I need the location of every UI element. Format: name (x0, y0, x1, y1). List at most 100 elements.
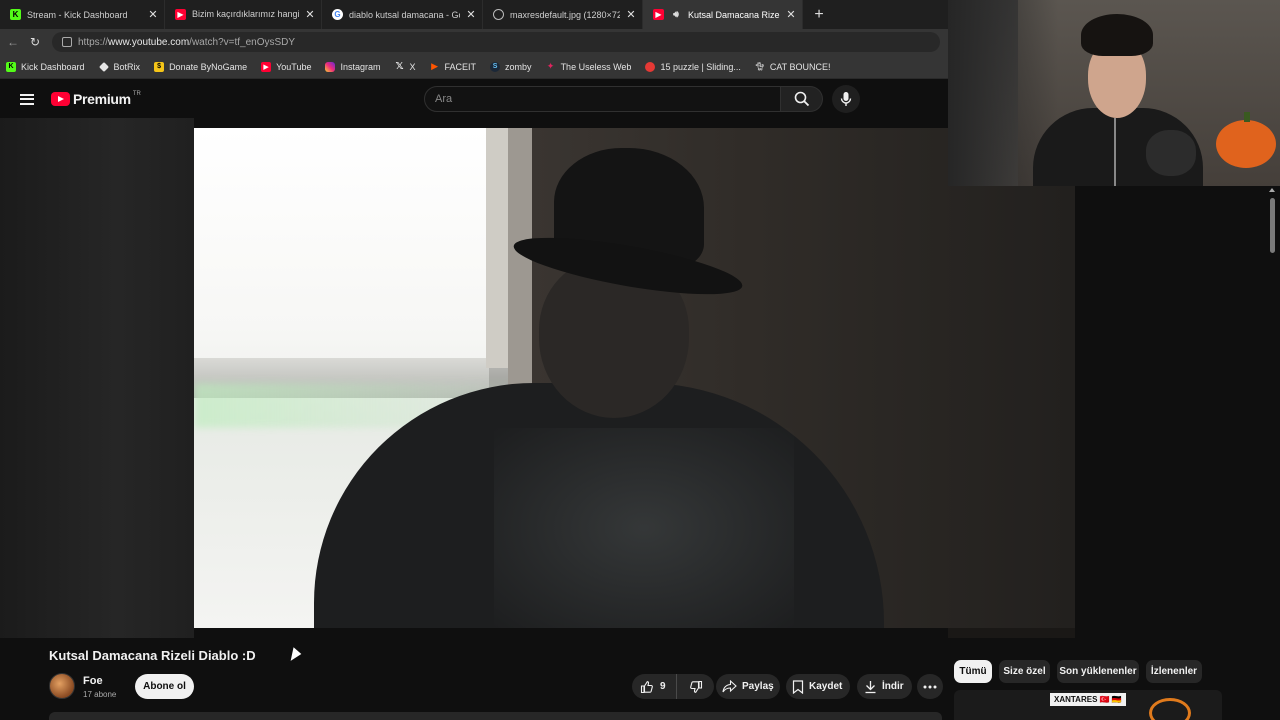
bookmark-kick-dashboard[interactable]: K Kick Dashboard (6, 61, 85, 72)
youtube-premium-logo[interactable]: Premium TR (51, 91, 141, 107)
close-icon[interactable]: ✕ (466, 8, 476, 21)
chip-all[interactable]: Tümü (954, 660, 992, 683)
close-icon[interactable]: ✕ (786, 8, 796, 21)
voice-search-button[interactable] (832, 85, 860, 113)
channel-avatar[interactable] (49, 673, 75, 699)
bookmarks-bar: K Kick Dashboard BotRix $ Donate ByNoGame … (0, 55, 948, 79)
streamer-webcam-overlay (948, 0, 1280, 186)
page-scrollbar[interactable] (1268, 186, 1276, 720)
microphone-icon (840, 92, 852, 106)
puzzle-icon (645, 61, 656, 72)
back-arrow-icon[interactable]: ← (2, 31, 24, 53)
webcam-pumpkin-decoration (1216, 112, 1276, 168)
ambient-backdrop-left (0, 118, 194, 638)
description-box[interactable] (49, 712, 942, 720)
instagram-icon (325, 61, 336, 72)
youtube-icon: ▶ (261, 61, 272, 72)
chip-for-you[interactable]: Size özel (999, 660, 1050, 683)
bookmark-label: 15 puzzle | Sliding... (660, 61, 741, 72)
url-prefix: https:// (78, 36, 109, 48)
tab-kutsal-damacana[interactable]: ▶ 🔊︎ Kutsal Damacana Rizeli Diablo ✕ (643, 0, 803, 29)
x-icon: 𝕏 (395, 61, 404, 72)
faceit-icon: ▶ (431, 61, 438, 71)
search-placeholder: Ara (435, 93, 453, 105)
kick-icon: K (6, 61, 16, 72)
youtube-header: Premium TR Ara (0, 80, 948, 118)
cat-icon: 🐈︎ (754, 62, 765, 71)
bookmark-label: CAT BOUNCE! (769, 61, 831, 72)
country-code: TR (132, 91, 141, 97)
address-bar: ← ↻ https://www.youtube.com/watch?v=tf_e… (0, 29, 948, 55)
subscribe-button[interactable]: Abone ol (135, 674, 194, 699)
mouse-cursor-icon (290, 647, 303, 663)
screen: K Stream - Kick Dashboard ✕ ▶ Bizim kaçı… (0, 0, 1280, 720)
save-label: Kaydet (809, 681, 843, 692)
subscriber-count: 17 abone (83, 690, 117, 699)
download-icon (865, 680, 876, 693)
search-button[interactable] (781, 86, 823, 112)
site-info-icon[interactable] (62, 37, 72, 47)
video-player[interactable] (194, 128, 1075, 628)
tab-label: Stream - Kick Dashboard (27, 9, 128, 20)
related-video-thumbnail[interactable]: XANTARES 🇹🇷 🇩🇪 (954, 690, 1222, 720)
bookmark-youtube[interactable]: ▶ YouTube (261, 61, 311, 72)
new-tab-button[interactable]: + (807, 0, 831, 29)
bookmark-cat-bounce[interactable]: 🐈︎ CAT BOUNCE! (755, 62, 831, 72)
search-input[interactable]: Ara (424, 86, 781, 112)
youtube-icon: ▶ (653, 9, 664, 20)
scroll-up-icon[interactable] (1269, 188, 1275, 192)
bookmark-botrix[interactable]: BotRix (98, 61, 141, 72)
share-button[interactable]: Paylaş (716, 674, 780, 699)
tab-bizim-kacirdiklarimiz[interactable]: ▶ Bizim kaçırdıklarımız hangisi ? 😂 🤅 ✕ (165, 0, 322, 29)
bookmark-instagram[interactable]: Instagram (325, 61, 381, 72)
download-label: İndir (882, 681, 904, 692)
bookmark-x[interactable]: 𝕏X (395, 61, 416, 72)
bookmark-donate-bynogame[interactable]: $ Donate ByNoGame (154, 61, 248, 72)
botrix-icon (98, 61, 109, 72)
bookmark-label: X (409, 61, 416, 72)
channel-name[interactable]: Foe (83, 675, 103, 687)
video-frame-window-edge (486, 128, 508, 368)
google-icon: G (332, 9, 343, 20)
bookmark-label: Donate ByNoGame (169, 61, 248, 72)
download-button[interactable]: İndir (857, 674, 912, 699)
search-icon (794, 91, 809, 107)
webcam-jacket-zip (1114, 118, 1116, 186)
bookmark-15-puzzle[interactable]: 15 puzzle | Sliding... (645, 61, 741, 72)
url-host: www.youtube.com (108, 36, 190, 48)
close-icon[interactable]: ✕ (305, 8, 315, 21)
bookmark-zomby[interactable]: Szomby (490, 61, 532, 72)
dislike-button[interactable] (677, 680, 714, 694)
share-icon (722, 680, 737, 693)
globe-icon (493, 9, 504, 20)
tab-google-search[interactable]: G diablo kutsal damacana - Google ✕ (322, 0, 483, 29)
speaker-icon[interactable]: 🔊︎ (670, 9, 682, 20)
tab-kick-dashboard[interactable]: K Stream - Kick Dashboard ✕ (0, 0, 165, 29)
bookmark-faceit[interactable]: ▶ FACEIT (430, 61, 476, 72)
url-field[interactable]: https://www.youtube.com/watch?v=tf_enOys… (52, 32, 940, 52)
chip-watched[interactable]: İzlenenler (1146, 660, 1202, 683)
bookmark-useless-web[interactable]: ✦ The Useless Web (546, 61, 632, 72)
more-horizontal-icon (923, 685, 937, 688)
save-button[interactable]: Kaydet (786, 674, 850, 699)
video-frame-haze (494, 428, 794, 628)
like-dislike-group: 9 (632, 674, 714, 699)
chip-recently-uploaded[interactable]: Son yüklenenler (1057, 660, 1139, 683)
bookmark-label: BotRix (113, 61, 141, 72)
tab-maxresdefault[interactable]: maxresdefault.jpg (1280×720) ✕ (483, 0, 643, 29)
bynogame-icon: $ (154, 61, 165, 72)
logo-text: Premium (73, 91, 131, 107)
close-icon[interactable]: ✕ (626, 8, 636, 21)
kick-icon: K (10, 9, 21, 20)
bookmark-label: The Useless Web (560, 61, 632, 72)
menu-icon[interactable] (20, 93, 34, 105)
youtube-icon: ▶ (175, 9, 186, 20)
like-button[interactable]: 9 (632, 674, 677, 699)
scrollbar-thumb[interactable] (1269, 198, 1275, 253)
reload-icon[interactable]: ↻ (24, 31, 46, 53)
close-icon[interactable]: ✕ (148, 8, 158, 21)
more-actions-button[interactable] (917, 674, 943, 699)
thumbs-down-icon (689, 680, 702, 693)
share-label: Paylaş (742, 681, 774, 692)
tab-label: Bizim kaçırdıklarımız hangisi ? 😂 🤅 (192, 9, 299, 19)
